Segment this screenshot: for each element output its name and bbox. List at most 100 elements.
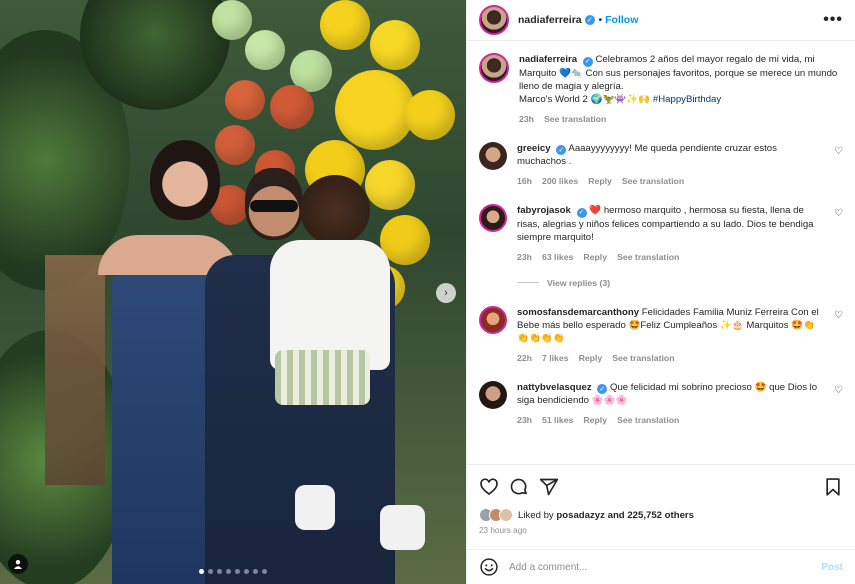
caption-time[interactable]: 23h [519, 113, 534, 126]
avatar[interactable] [499, 508, 513, 522]
child-head [300, 175, 370, 245]
see-translation-link[interactable]: See translation [544, 113, 606, 126]
liked-by-user[interactable]: posadazyz [556, 510, 605, 521]
avatar[interactable] [479, 141, 507, 170]
comment-username[interactable]: fabyrojasok [517, 205, 571, 216]
caption-username[interactable]: nadiaferreira [519, 54, 577, 65]
verified-badge-icon: ✓ [584, 15, 595, 25]
child-shoe [380, 505, 425, 550]
comment-item: greeicy ✓ Aaaayyyyyyyy! Me queda pendien… [479, 141, 843, 189]
comment-username[interactable]: somosfansdemarcanthony [517, 307, 639, 318]
comment-username[interactable]: nattybvelasquez [517, 382, 592, 393]
balloon-green [212, 0, 252, 40]
carousel-dot [199, 569, 204, 574]
comment-time[interactable]: 23h [517, 414, 532, 427]
emoji-icon[interactable] [479, 557, 499, 577]
balloon-orange [270, 85, 314, 129]
comment-item: somosfansdemarcanthony Felicidades Famil… [479, 305, 843, 365]
heart-icon[interactable] [479, 477, 499, 497]
post-sidebar: nadiaferreira ✓ • Follow ••• nadiaferrei… [466, 0, 855, 584]
liked-by-text[interactable]: Liked by posadazyz and 225,752 others [518, 510, 694, 521]
heart-icon[interactable]: ♡ [834, 146, 843, 157]
header-username[interactable]: nadiaferreira [518, 14, 582, 26]
balloon-yellow [335, 70, 415, 150]
comment-likes[interactable]: 63 likes [542, 251, 573, 264]
likes-summary: Liked by posadazyz and 225,752 others [479, 508, 843, 522]
comment-icon[interactable] [509, 477, 529, 497]
post-button[interactable]: Post [821, 562, 843, 573]
balloon-green [245, 30, 285, 70]
avatar[interactable] [479, 204, 507, 232]
chevron-right-icon: › [444, 287, 448, 299]
comment-username[interactable]: greeicy [517, 143, 551, 154]
comment-time[interactable]: 16h [517, 175, 532, 188]
comment-item: fabyrojasok ✓ ❤️ hermoso marquito , herm… [479, 204, 843, 264]
woman-figure [150, 140, 220, 220]
action-icons [479, 475, 843, 499]
add-comment-bar: Post [467, 549, 855, 584]
avatar[interactable] [479, 53, 509, 83]
view-replies-button[interactable]: View replies (3) [517, 278, 843, 288]
reply-button[interactable]: Reply [588, 175, 612, 188]
comment-likes[interactable]: 200 likes [542, 175, 578, 188]
balloon-yellow [365, 160, 415, 210]
balloon-orange [215, 125, 255, 165]
reply-button[interactable]: Reply [579, 352, 603, 365]
comment-time[interactable]: 22h [517, 352, 532, 365]
hashtag-link[interactable]: #HappyBirthday [653, 94, 721, 105]
comment-item: nattybvelasquez ✓ Que felicidad mi sobri… [479, 380, 843, 428]
verified-badge-icon: ✓ [582, 56, 593, 67]
see-translation-link[interactable]: See translation [617, 251, 679, 264]
carousel-dot [217, 569, 222, 574]
see-translation-link[interactable]: See translation [612, 352, 674, 365]
heart-icon[interactable]: ♡ [834, 208, 843, 219]
heart-icon[interactable]: ♡ [834, 385, 843, 396]
carousel-dot [226, 569, 231, 574]
post-image[interactable]: › [0, 0, 466, 584]
more-icon[interactable]: ••• [823, 11, 843, 29]
avatar[interactable] [479, 5, 509, 35]
balloon-yellow [405, 90, 455, 140]
comment-likes[interactable]: 51 likes [542, 414, 573, 427]
view-replies-label[interactable]: View replies (3) [547, 278, 610, 288]
heart-icon[interactable]: ♡ [834, 310, 843, 321]
caption: nadiaferreira ✓ Celebramos 2 años del ma… [479, 53, 843, 126]
balloon-orange [225, 80, 265, 120]
liked-by-others[interactable]: and 225,752 others [608, 510, 694, 521]
sunglasses [250, 200, 298, 212]
post-timestamp[interactable]: 23 hours ago [479, 526, 843, 535]
share-icon[interactable] [539, 477, 559, 497]
reply-button[interactable]: Reply [583, 251, 607, 264]
post-actions: Liked by posadazyz and 225,752 others 23… [467, 464, 855, 535]
comment-time[interactable]: 23h [517, 251, 532, 264]
see-translation-link[interactable]: See translation [622, 175, 684, 188]
user-tag-icon [14, 560, 22, 569]
carousel-next-button[interactable]: › [436, 283, 456, 303]
liked-by-label: Liked by [518, 509, 554, 521]
comment-likes[interactable]: 7 likes [542, 352, 569, 365]
avatar[interactable] [479, 305, 507, 334]
see-translation-link[interactable]: See translation [617, 414, 679, 427]
avatar[interactable] [479, 380, 507, 409]
comments-list[interactable]: nadiaferreira ✓ Celebramos 2 años del ma… [467, 41, 855, 464]
carousel-dot [244, 569, 249, 574]
balloon-yellow [370, 20, 420, 70]
carousel-dots [0, 569, 466, 574]
reply-button[interactable]: Reply [583, 414, 607, 427]
verified-badge-icon: ✓ [597, 384, 608, 394]
verified-badge-icon: ✓ [556, 145, 567, 155]
carousel-dot [235, 569, 240, 574]
verified-badge-icon: ✓ [576, 207, 587, 218]
post-header: nadiaferreira ✓ • Follow ••• [467, 0, 855, 41]
carousel-dot [262, 569, 267, 574]
carousel-dot [253, 569, 258, 574]
child-shorts [275, 350, 370, 405]
child-shoe [295, 485, 335, 530]
follow-button[interactable]: Follow [605, 14, 638, 26]
caption-line2: Marco's World 2 🌍🦖👾✨🙌 [519, 93, 651, 105]
balloon-yellow [320, 0, 370, 50]
bookmark-icon[interactable] [823, 477, 843, 497]
comment-input[interactable] [509, 561, 822, 573]
cake-stand [45, 255, 105, 485]
carousel-dot [208, 569, 213, 574]
